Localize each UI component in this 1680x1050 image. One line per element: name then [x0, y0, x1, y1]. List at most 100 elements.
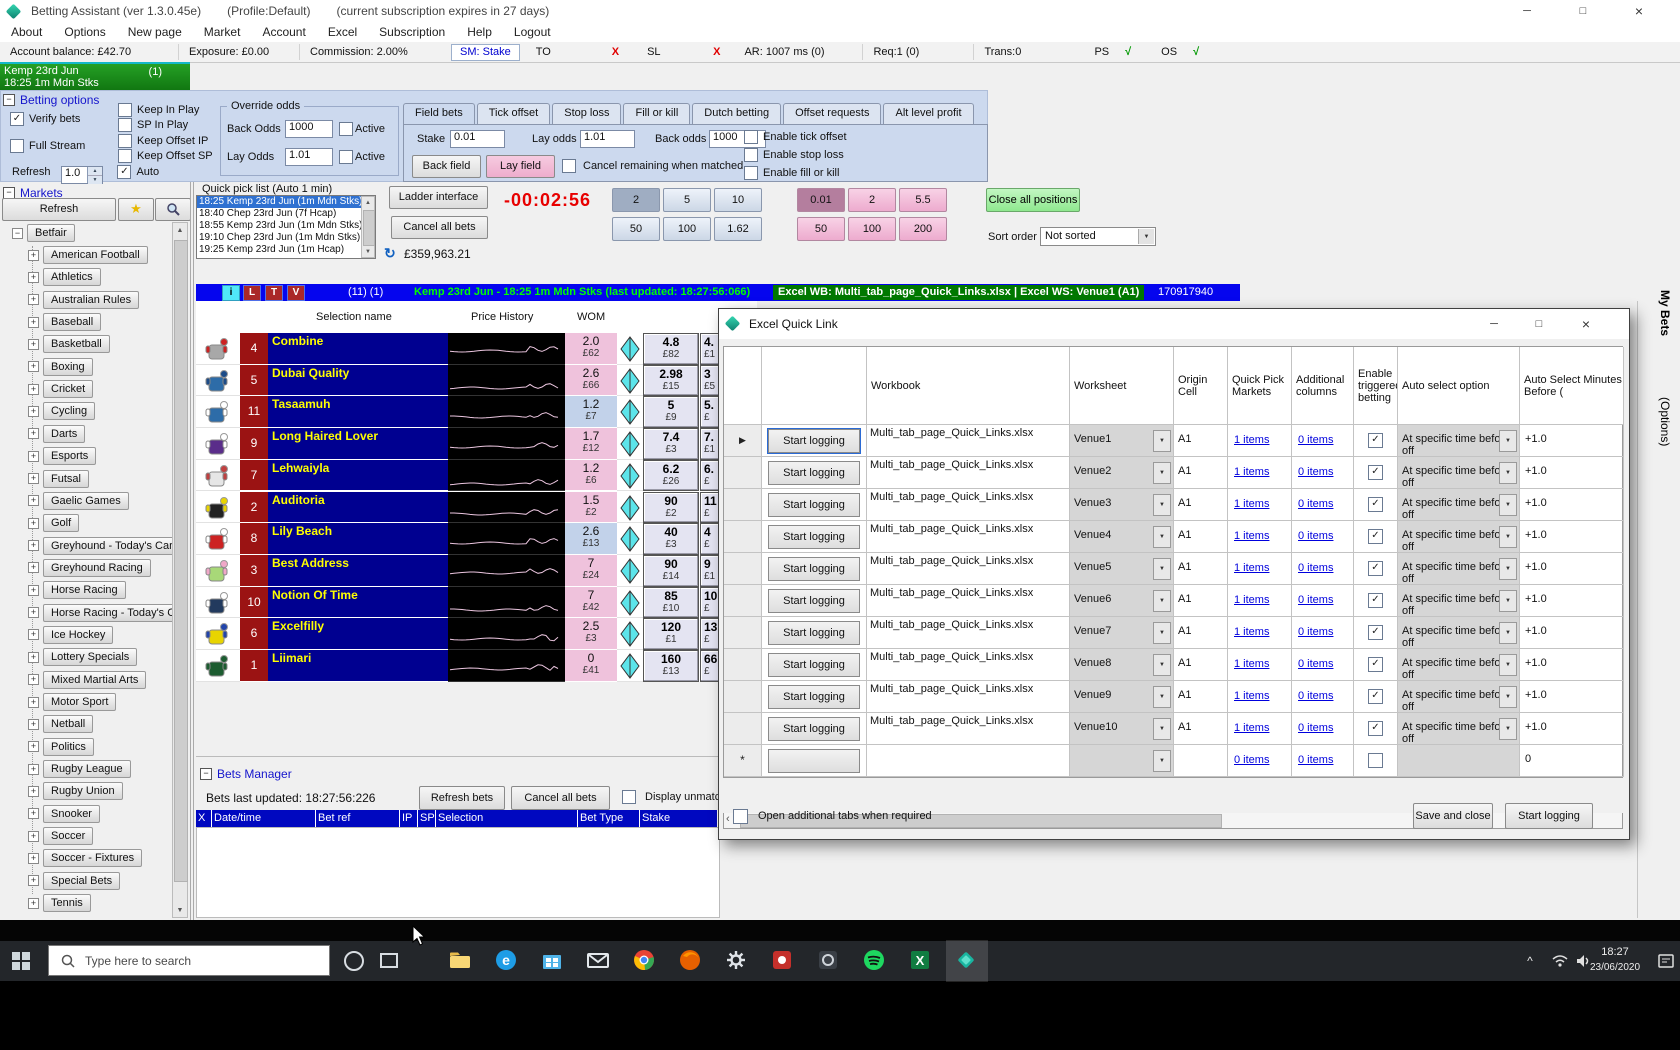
origin-cell[interactable]: A1 — [1174, 489, 1228, 521]
auto-select-option-dropdown-icon[interactable]: ▼ — [1499, 462, 1517, 484]
enable-triggered-betting-checkbox[interactable]: ✓ — [1368, 529, 1383, 544]
back-price-cell[interactable]: 90£14 — [643, 555, 699, 587]
back-field-button[interactable]: Back field — [412, 155, 481, 178]
origin-cell[interactable]: A1 — [1174, 713, 1228, 745]
enable-triggered-betting-checkbox[interactable]: ✓ — [1368, 433, 1383, 448]
cancel-all-bets-button[interactable]: Cancel all bets — [391, 216, 488, 239]
back-price-cell[interactable]: 120£1 — [643, 618, 699, 650]
worksheet-select[interactable]: Venue3▼ — [1070, 489, 1174, 521]
search-icon[interactable] — [155, 198, 191, 221]
taskbar-app-file-explorer-icon[interactable] — [448, 948, 474, 974]
start-logging-button[interactable]: Start logging — [768, 557, 860, 581]
runner-name[interactable]: Liimari — [268, 650, 448, 682]
preset-gray-100[interactable]: 100 — [663, 217, 711, 241]
close-all-positions-button[interactable]: Close all positions — [986, 188, 1080, 212]
auto-select-option-dropdown-icon[interactable]: ▼ — [1499, 526, 1517, 548]
preset-pink-5-5[interactable]: 5.5 — [899, 188, 947, 212]
additional-columns-cell-link[interactable]: 0 items — [1298, 722, 1333, 734]
auto-select-option[interactable]: At specific time before off▼ — [1398, 425, 1520, 457]
minutes-cell[interactable]: +1.0 — [1520, 649, 1624, 681]
minutes-empty[interactable]: 0 — [1520, 745, 1624, 777]
start-logging-button[interactable]: Start logging — [768, 461, 860, 485]
sort-dropdown-icon[interactable]: ▼ — [1138, 229, 1154, 244]
expand-icon[interactable]: + — [28, 406, 39, 417]
open-additional-tabs-checkbox[interactable] — [733, 809, 748, 824]
expand-icon[interactable]: + — [28, 629, 39, 640]
quick-pick-markets-cell-link[interactable]: 1 items — [1234, 722, 1269, 734]
worksheet-select[interactable]: Venue10▼ — [1070, 713, 1174, 745]
expand-icon[interactable]: + — [28, 384, 39, 395]
markets-refresh-button[interactable]: Refresh — [2, 198, 116, 221]
auto-select-option-dropdown-icon[interactable]: ▼ — [1499, 558, 1517, 580]
origin-cell[interactable]: A1 — [1174, 457, 1228, 489]
auto-select-option-dropdown-icon[interactable]: ▼ — [1499, 494, 1517, 516]
expand-icon[interactable]: + — [28, 339, 39, 350]
sidebar-item-cycling[interactable]: +Cycling — [28, 402, 95, 423]
verify-bets-option[interactable]: ✓Verify bets — [10, 110, 80, 128]
start-logging-button[interactable]: Start logging — [768, 717, 860, 741]
keep-offset-ip-checkbox[interactable] — [118, 134, 132, 148]
v-button[interactable]: V — [287, 285, 305, 301]
preset-gray-1-62[interactable]: 1.62 — [714, 217, 762, 241]
stake-mode-badge[interactable]: SM: Stake — [451, 44, 520, 61]
enable-triggered-betting-checkbox[interactable]: ✓ — [1368, 465, 1383, 480]
splitter-2[interactable] — [193, 182, 194, 920]
tab-alt-level-profit[interactable]: Alt level profit — [883, 103, 973, 126]
sidebar-item-horse-racing[interactable]: +Horse Racing — [28, 581, 126, 602]
verify-bets-checkbox[interactable]: ✓ — [10, 112, 24, 126]
expand-icon[interactable]: + — [28, 294, 39, 305]
dialog-close-icon[interactable]: × — [1571, 313, 1601, 335]
minutes-cell[interactable]: +1.0 — [1520, 425, 1624, 457]
workbook-cell-empty[interactable] — [867, 745, 1070, 777]
diamond-icon[interactable] — [617, 396, 643, 428]
enable-triggered-betting-checkbox[interactable]: ✓ — [1368, 561, 1383, 576]
additional-columns-cell-link[interactable]: 0 items — [1298, 562, 1333, 574]
auto-select-option[interactable]: At specific time before off▼ — [1398, 521, 1520, 553]
dialog-minimize-icon[interactable]: ─ — [1479, 313, 1509, 335]
sidebar-item-golf[interactable]: +Golf — [28, 514, 79, 535]
worksheet-select-empty[interactable]: ▼ — [1070, 745, 1174, 777]
expand-icon[interactable]: + — [28, 607, 39, 618]
worksheet-select-dropdown-icon[interactable]: ▼ — [1153, 494, 1171, 516]
quick-pick-markets-cell-link[interactable]: 1 items — [1234, 530, 1269, 542]
tab-tick-offset[interactable]: Tick offset — [477, 103, 551, 126]
diamond-icon[interactable] — [617, 365, 643, 397]
expand-icon[interactable]: + — [28, 428, 39, 439]
expand-icon[interactable]: + — [28, 875, 39, 886]
additional-link-empty[interactable]: 0 items — [1298, 754, 1333, 766]
taskbar-app-mail-icon[interactable] — [586, 948, 612, 974]
favorites-star-icon[interactable]: ★ — [118, 198, 154, 221]
runner-name[interactable]: Long Haired Lover — [268, 428, 448, 460]
taskbar-app-betting-assistant-icon[interactable] — [954, 948, 980, 974]
minutes-cell[interactable]: +1.0 — [1520, 521, 1624, 553]
splitter[interactable] — [190, 182, 191, 920]
sort-order-select[interactable]: Not sorted▼ — [1040, 227, 1156, 246]
start-logging-button[interactable]: Start logging — [768, 621, 860, 645]
sidebar-item-baseball[interactable]: +Baseball — [28, 313, 101, 334]
menu-options[interactable]: Options — [53, 25, 116, 39]
sidebar-item-athletics[interactable]: +Athletics — [28, 268, 101, 289]
start-button-icon[interactable] — [12, 952, 30, 970]
qp-scroll-down-icon[interactable]: ▼ — [362, 246, 374, 258]
quick-pick-markets-cell-link[interactable]: 1 items — [1234, 498, 1269, 510]
back-price-cell[interactable]: 40£3 — [643, 523, 699, 555]
minutes-cell[interactable]: +1.0 — [1520, 489, 1624, 521]
preset-pink-50[interactable]: 50 — [797, 217, 845, 241]
worksheet-select[interactable]: Venue6▼ — [1070, 585, 1174, 617]
stake-input[interactable]: 0.01 — [450, 130, 505, 148]
quick-pick-markets-cell-link[interactable]: 1 items — [1234, 626, 1269, 638]
expand-icon[interactable]: + — [28, 741, 39, 752]
runner-name[interactable]: Combine — [268, 333, 448, 365]
auto-select-option[interactable]: At specific time before off▼ — [1398, 681, 1520, 713]
workbook-cell[interactable]: Multi_tab_page_Quick_Links.xlsx — [867, 553, 1070, 585]
runner-name[interactable]: Lehwaiyla — [268, 460, 448, 492]
worksheet-select-dropdown-icon[interactable]: ▼ — [1153, 622, 1171, 644]
taskbar-search-input[interactable]: Type here to search — [48, 945, 330, 976]
preset-pink-0-01[interactable]: 0.01 — [797, 188, 845, 212]
origin-cell[interactable]: A1 — [1174, 681, 1228, 713]
additional-columns-cell-link[interactable]: 0 items — [1298, 530, 1333, 542]
keep-offset-sp-checkbox[interactable] — [118, 149, 132, 163]
lay-odds-input[interactable]: 1.01 — [580, 130, 635, 148]
workbook-cell[interactable]: Multi_tab_page_Quick_Links.xlsx — [867, 425, 1070, 457]
diamond-icon[interactable] — [617, 523, 643, 555]
